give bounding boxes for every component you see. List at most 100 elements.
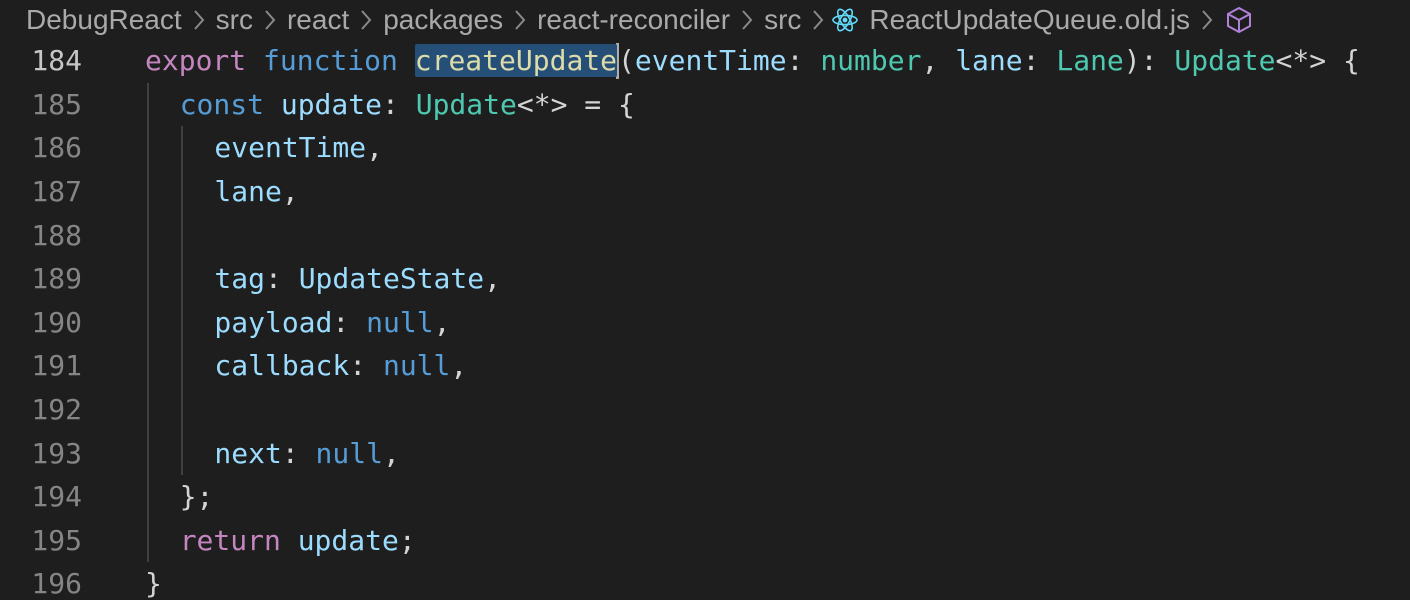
code-token: ): [1123,44,1175,78]
line-number: 186 [31,131,82,165]
indent-guide [147,474,149,519]
line-number: 184 [31,44,82,78]
chevron-right-icon [188,9,210,31]
indent-guide [147,256,149,301]
breadcrumb: DebugReact src react packages react-reco… [0,0,1410,40]
breadcrumb-item-src[interactable]: src [210,4,259,36]
breadcrumb-file[interactable]: ReactUpdateQueue.old.js [867,4,1196,36]
code-line[interactable]: 189 tag: UpdateState, [0,256,1410,301]
code-token: Lane [1056,44,1124,78]
indent-guide [147,82,149,127]
code-content: next: null, [214,431,399,475]
code-lines[interactable]: 184 export function createUpdate(eventTim… [0,39,1410,600]
code-line[interactable]: 188 [0,213,1410,257]
line-number: 195 [31,523,82,557]
code-line[interactable]: 190 payload: null, [0,300,1410,345]
code-token: export [145,44,247,78]
code-line[interactable]: 185 const update: Update <*> = { [0,82,1410,127]
indent-guide [181,169,183,214]
breadcrumb-item-debugreact[interactable]: DebugReact [0,4,188,36]
line-number: 196 [31,567,82,600]
code-editor[interactable]: DebugReact src react packages react-reco… [0,0,1410,600]
line-number: 185 [31,87,82,121]
code-token: : [786,44,821,78]
code-token: : [349,349,383,383]
indent-guide [181,213,183,257]
indent-guide [147,431,149,475]
code-token: , [382,436,400,470]
code-token: } [145,567,162,600]
code-line[interactable]: 184 export function createUpdate(eventTim… [0,39,1410,83]
indent-guide [147,300,149,345]
breadcrumb-item-src[interactable]: src [758,4,807,36]
code-token: : [382,87,416,121]
code-token: Update [415,87,517,121]
symbol-box-icon[interactable] [1226,6,1252,34]
code-token: , [366,131,383,165]
indent-guide [147,169,149,214]
indent-guide [181,126,183,170]
code-token: }; [179,480,214,514]
code-token: return [179,523,281,557]
code-line[interactable]: 186 eventTime, [0,126,1410,170]
line-number: 194 [31,480,82,514]
react-icon [831,6,859,34]
breadcrumb-item-react[interactable]: react [281,4,355,36]
code-content: eventTime, [214,126,383,170]
code-line[interactable]: 187 lane, [0,169,1410,214]
line-number: 193 [31,436,82,470]
code-line[interactable]: 196} [0,562,1410,600]
chevron-right-icon [355,9,377,31]
code-token: ; [398,523,416,557]
code-content: }; [180,475,214,519]
code-line[interactable]: 194}; [0,474,1410,519]
chevron-right-icon [509,9,531,31]
code-token: next [214,436,282,470]
code-content: lane, [214,170,298,214]
chevron-right-icon [736,9,758,31]
code-token: null [382,349,451,383]
code-token: , [450,349,468,383]
code-token: const [179,87,264,121]
line-number: 192 [31,393,82,427]
code-content: return update; [180,519,416,563]
code-token: , [921,44,956,78]
code-token: update [297,523,399,557]
indent-guide [147,344,149,388]
chevron-right-icon [259,9,281,31]
code-line[interactable]: 193 next: null, [0,431,1410,475]
code-token: payload [214,305,333,339]
indent-guide [181,431,183,475]
code-token: lane [214,175,282,209]
chevron-right-icon [807,9,829,31]
code-token: : [281,436,316,470]
code-token: null [315,436,383,470]
code-token: UpdateState [298,262,485,296]
line-number: 190 [31,305,82,339]
breadcrumb-item-packages[interactable]: packages [377,4,509,36]
code-token: callback [214,349,350,383]
code-token: <*> { [1275,44,1360,78]
code-token: , [433,305,451,339]
chevron-right-icon [1196,9,1218,31]
line-number: 189 [31,262,82,296]
indent-guide [147,518,149,563]
indent-guide [181,387,183,432]
code-line[interactable]: 191 callback: null, [0,344,1410,388]
indent-guide [147,126,149,170]
code-content: export function createUpdate(eventTime: … [145,39,1360,83]
code-content: callback: null, [214,344,467,388]
code-token: lane [955,44,1023,78]
code-line[interactable]: 195 return update; [0,518,1410,563]
code-token: update [280,87,382,121]
indent-guide [147,387,149,432]
code-token: tag [214,262,265,296]
code-token: number [820,44,922,78]
line-number: 191 [31,349,82,383]
code-line[interactable]: 192 [0,387,1410,432]
code-content: tag: UpdateState, [214,257,501,301]
breadcrumb-item-react-reconciler[interactable]: react-reconciler [531,4,736,36]
